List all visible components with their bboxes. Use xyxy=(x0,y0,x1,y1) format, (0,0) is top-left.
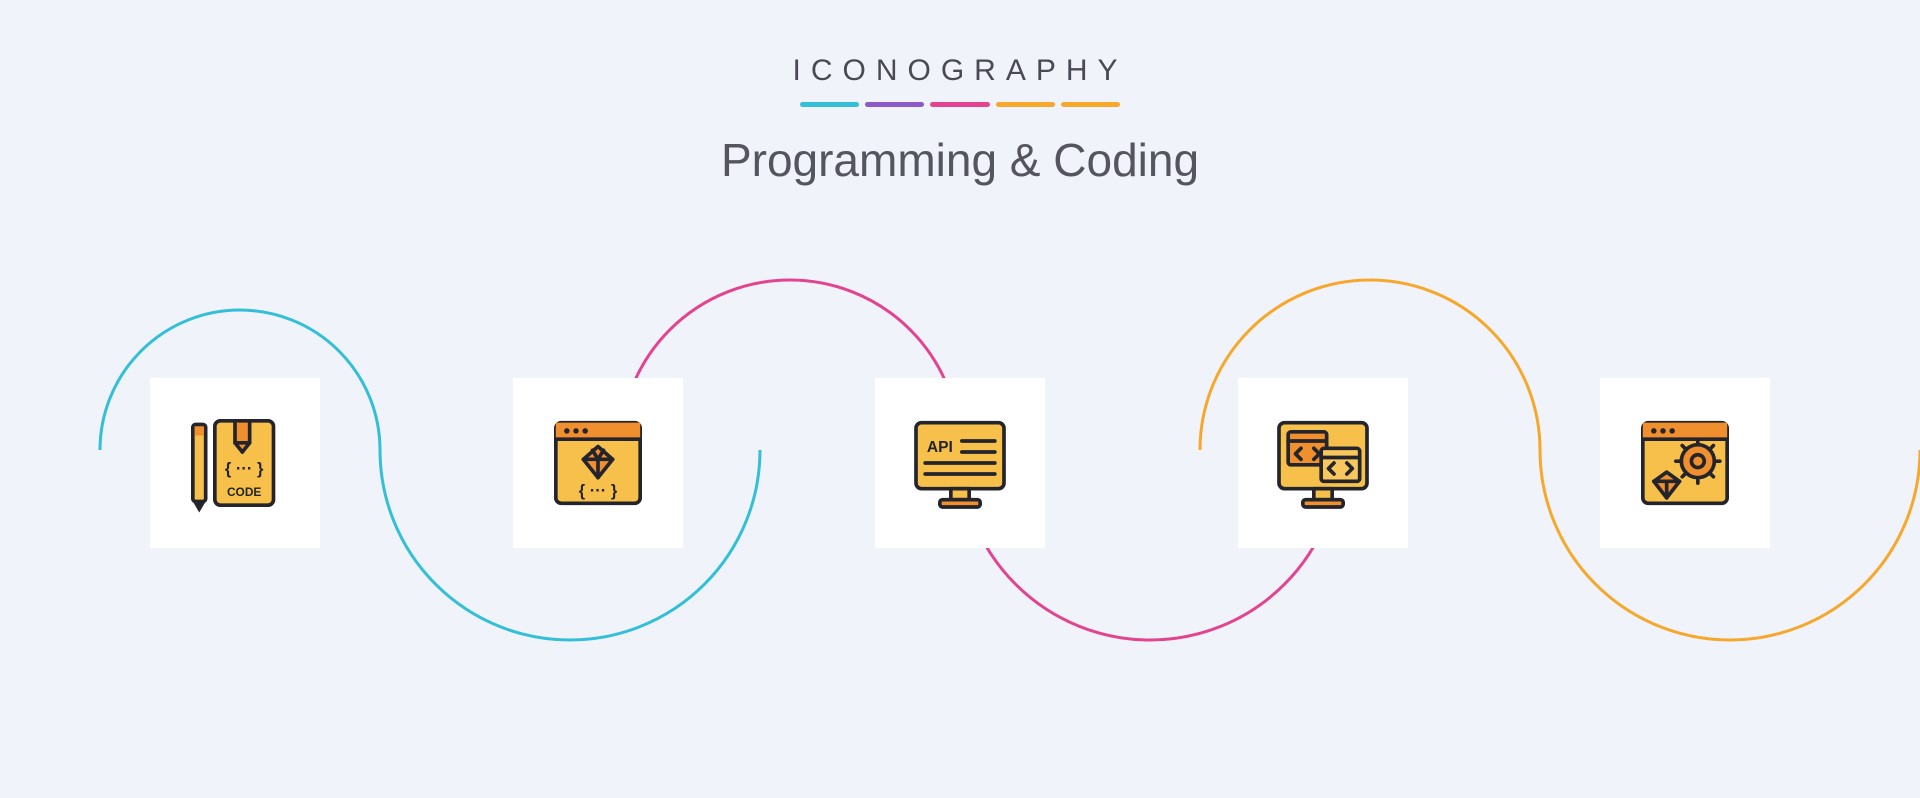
browser-diamond-gear-icon xyxy=(1600,378,1770,548)
svg-text:{ ··· }: { ··· } xyxy=(578,482,617,500)
code-book-pencil-icon: { ··· } CODE xyxy=(150,378,320,548)
svg-text:CODE: CODE xyxy=(227,485,261,499)
page-title: Programming & Coding xyxy=(0,133,1920,187)
header: ICONOGRAPHY Programming & Coding xyxy=(0,0,1920,187)
svg-text:{ ··· }: { ··· } xyxy=(225,460,264,478)
api-monitor-icon: API xyxy=(875,378,1045,548)
icon-row: { ··· } CODE { ··· } xyxy=(0,378,1920,548)
brand-label: ICONOGRAPHY xyxy=(0,54,1920,88)
brand-underline xyxy=(800,102,1120,107)
monitor-code-windows-icon xyxy=(1238,378,1408,548)
svg-text:API: API xyxy=(927,439,953,456)
browser-diamond-code-icon: { ··· } xyxy=(513,378,683,548)
